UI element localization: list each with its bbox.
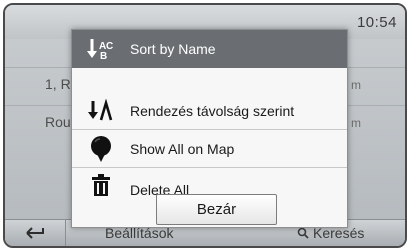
map-pin-icon bbox=[72, 130, 130, 168]
sort-alpha-icon: A C B bbox=[72, 30, 130, 68]
list-item-distance: m bbox=[351, 116, 361, 130]
list-item-distance: m bbox=[351, 78, 361, 92]
device-screen: 10:54 1, R m Rou m Beállítások Keresés A… bbox=[3, 3, 407, 248]
menu-item-sort-by-distance[interactable]: Rendezés távolság szerint bbox=[72, 92, 347, 130]
close-button[interactable]: Bezár bbox=[156, 194, 277, 225]
menu-item-label: Show All on Map bbox=[130, 140, 235, 157]
svg-text:B: B bbox=[100, 51, 107, 61]
sort-distance-icon bbox=[72, 92, 130, 130]
list-item-title: 1, R bbox=[45, 76, 71, 92]
back-button[interactable] bbox=[5, 220, 66, 246]
search-icon bbox=[297, 227, 309, 239]
options-popup: A C B Sort by Name Rendezés távolság sze… bbox=[71, 29, 348, 228]
back-arrow-icon bbox=[26, 227, 44, 239]
menu-item-delete-all[interactable]: Delete All bbox=[72, 168, 347, 198]
list-item-title: Rou bbox=[45, 114, 71, 130]
menu-item-label: Sort by Name bbox=[130, 41, 216, 57]
menu-item-label: Rendezés távolság szerint bbox=[130, 102, 295, 119]
clock: 10:54 bbox=[356, 14, 397, 31]
trash-icon bbox=[72, 168, 130, 196]
menu-item-sort-by-name[interactable]: A C B Sort by Name bbox=[72, 30, 347, 68]
menu-item-show-all-on-map[interactable]: Show All on Map bbox=[72, 130, 347, 168]
